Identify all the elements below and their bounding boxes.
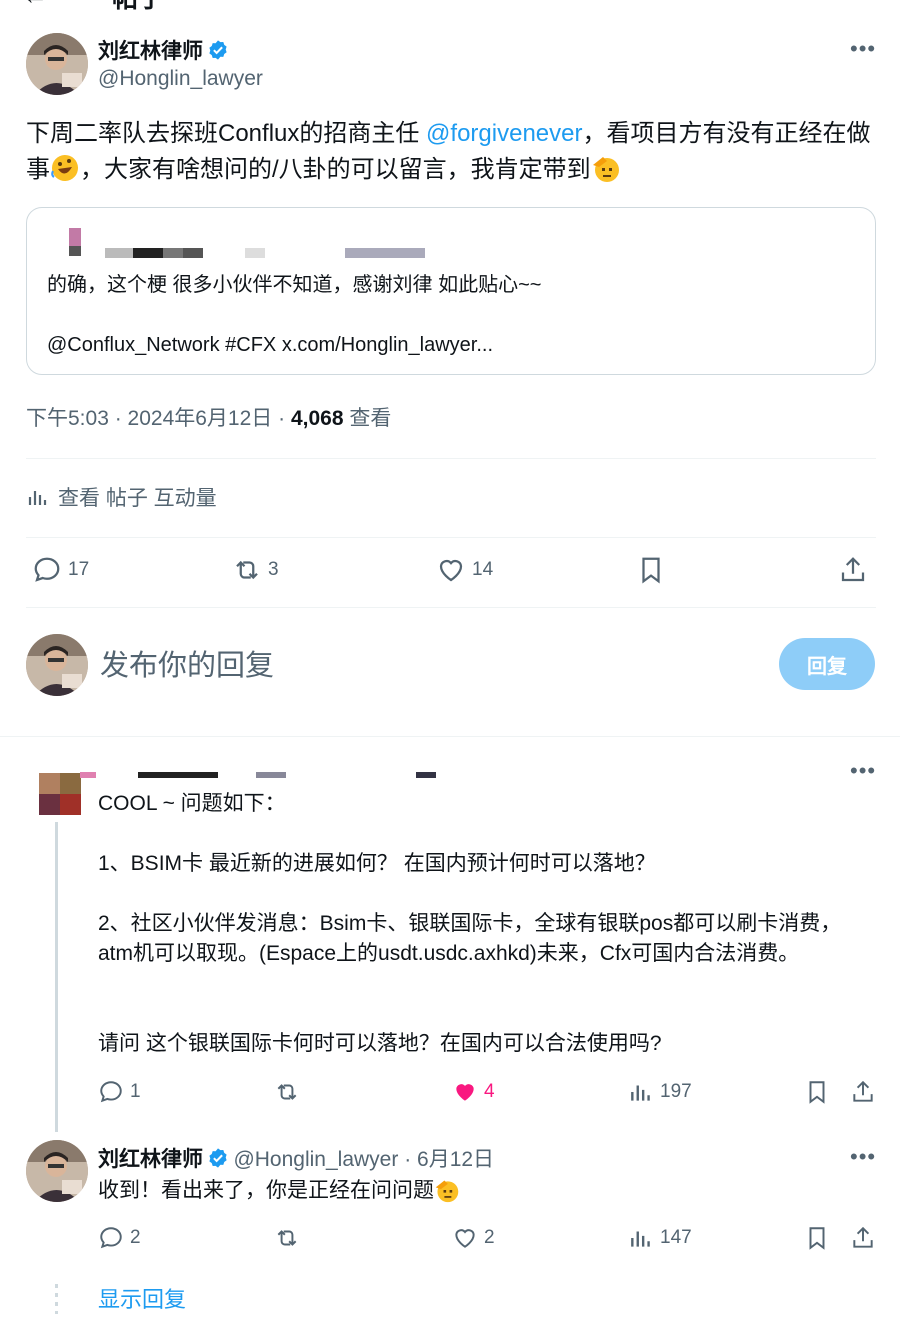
bookmark-button[interactable] (636, 555, 672, 585)
bookmark-icon (642, 557, 660, 584)
quoted-post[interactable]: 的确，这个梗 很多小伙伴不知道，感谢刘律 如此贴心~~ @Conflux_Net… (26, 207, 876, 375)
comment-bookmark-button[interactable] (804, 1079, 836, 1105)
author-handle[interactable]: @Honglin_lawyer (98, 67, 263, 91)
saluting-face-emoji-icon (591, 153, 621, 183)
reply-author-handle[interactable]: @Honglin_lawyer (233, 1148, 398, 1171)
comment-line4: 请问 这个银联国际卡何时可以落地？在国内可以合法使用吗? (98, 1032, 662, 1055)
comment-line2: 1、BSIM卡 最近新的进展如何？ 在国内预计何时可以落地？ (98, 852, 656, 875)
author-line: 刘红林律师 (98, 35, 229, 65)
reply-author-avatar[interactable] (26, 1140, 88, 1202)
thread-dots (55, 1284, 58, 1314)
heart-icon (455, 1229, 475, 1248)
reply-author-name[interactable]: 刘红林律师 (98, 1148, 203, 1171)
reply-repost-button[interactable] (274, 1225, 306, 1251)
verified-badge-icon (209, 1148, 227, 1168)
commenter-avatar[interactable] (39, 773, 81, 815)
reply-views-button[interactable]: 147 (628, 1225, 692, 1251)
like-button[interactable]: 14 (436, 555, 493, 585)
mention-link[interactable]: @forgivenever (426, 120, 582, 147)
reply-icon (100, 1081, 122, 1103)
rofl-emoji-icon (50, 153, 80, 183)
comment-views-button[interactable]: 197 (628, 1079, 692, 1105)
more-options-icon[interactable]: ••• (850, 36, 876, 62)
heart-filled-icon (456, 1084, 474, 1101)
share-icon (853, 1226, 873, 1248)
reply-icon (100, 1227, 122, 1249)
reply-reply-button[interactable]: 2 (98, 1225, 141, 1251)
view-count: 4,068 (290, 407, 344, 430)
share-icon (841, 557, 865, 582)
page-title: 帖子 (112, 0, 164, 15)
reply-bookmark-button[interactable] (804, 1225, 836, 1251)
avatar[interactable] (26, 33, 88, 95)
verified-badge-icon (209, 40, 227, 60)
comment-repost-button[interactable] (274, 1079, 306, 1105)
thread-line (55, 822, 58, 1132)
reply-text: 收到！看出来了，你是正经在问问题 (98, 1176, 460, 1206)
composer-avatar (26, 634, 88, 696)
author-name[interactable]: 刘红林律师 (98, 40, 203, 63)
back-arrow-icon[interactable]: ← (22, 0, 48, 11)
quoted-text-line2: @Conflux_Network #CFX x.com/Honglin_lawy… (47, 334, 494, 356)
comment-more-icon[interactable]: ••• (850, 758, 876, 784)
analytics-icon (28, 491, 47, 505)
share-button[interactable] (838, 555, 874, 585)
heart-icon (439, 559, 463, 582)
saluting-face-emoji-icon (434, 1177, 460, 1203)
divider (26, 458, 876, 459)
comment-share-button[interactable] (850, 1079, 882, 1105)
repost-button[interactable]: 3 (232, 555, 279, 585)
reply-share-button[interactable] (850, 1225, 882, 1251)
analytics-icon (631, 1231, 650, 1247)
comment-line3: 2、社区小伙伴发消息：Bsim卡、银联国际卡，全球有银联pos都可以刷卡消费，a… (98, 912, 842, 965)
reply-like-button[interactable]: 2 (452, 1225, 495, 1251)
quoted-text-line1: 的确，这个梗 很多小伙伴不知道，感谢刘律 如此贴心~~ (47, 274, 542, 296)
reply-more-icon[interactable]: ••• (850, 1144, 876, 1170)
bookmark-icon (809, 1227, 825, 1250)
analytics-icon (631, 1085, 650, 1101)
post-timestamp: 下午5:03 · 2024年6月12日 · 4,068 查看 (26, 407, 392, 430)
reply-date: · 6月12日 (398, 1148, 495, 1171)
show-replies-link[interactable]: 显示回复 (98, 1282, 186, 1314)
post-actions: 17 3 14 (26, 555, 876, 595)
view-engagement-link[interactable]: 查看 帖子 互动量 (26, 482, 217, 512)
divider (0, 736, 900, 737)
divider (26, 607, 876, 608)
reply-submit-button[interactable]: 回复 (779, 638, 875, 690)
repost-icon (236, 560, 258, 580)
comment-reply-button[interactable]: 1 (98, 1079, 141, 1105)
comment-like-button[interactable]: 4 (452, 1079, 495, 1105)
share-icon (853, 1080, 873, 1102)
bookmark-icon (809, 1081, 825, 1104)
reply-button[interactable]: 17 (32, 555, 89, 585)
repost-icon (277, 1084, 297, 1100)
post-text: 下周二率队去探班Conflux的招商主任 @forgivenever，看项目方有… (26, 116, 876, 188)
reply-icon (34, 557, 60, 582)
reply-author-line: 刘红林律师 @Honglin_lawyer · 6月12日 (98, 1143, 494, 1173)
comment-line1: COOL ~ 问题如下： (98, 792, 286, 815)
repost-icon (277, 1230, 297, 1246)
divider (26, 537, 876, 538)
reply-input[interactable]: 发布你的回复 (100, 642, 274, 684)
quoted-avatar (65, 228, 85, 258)
